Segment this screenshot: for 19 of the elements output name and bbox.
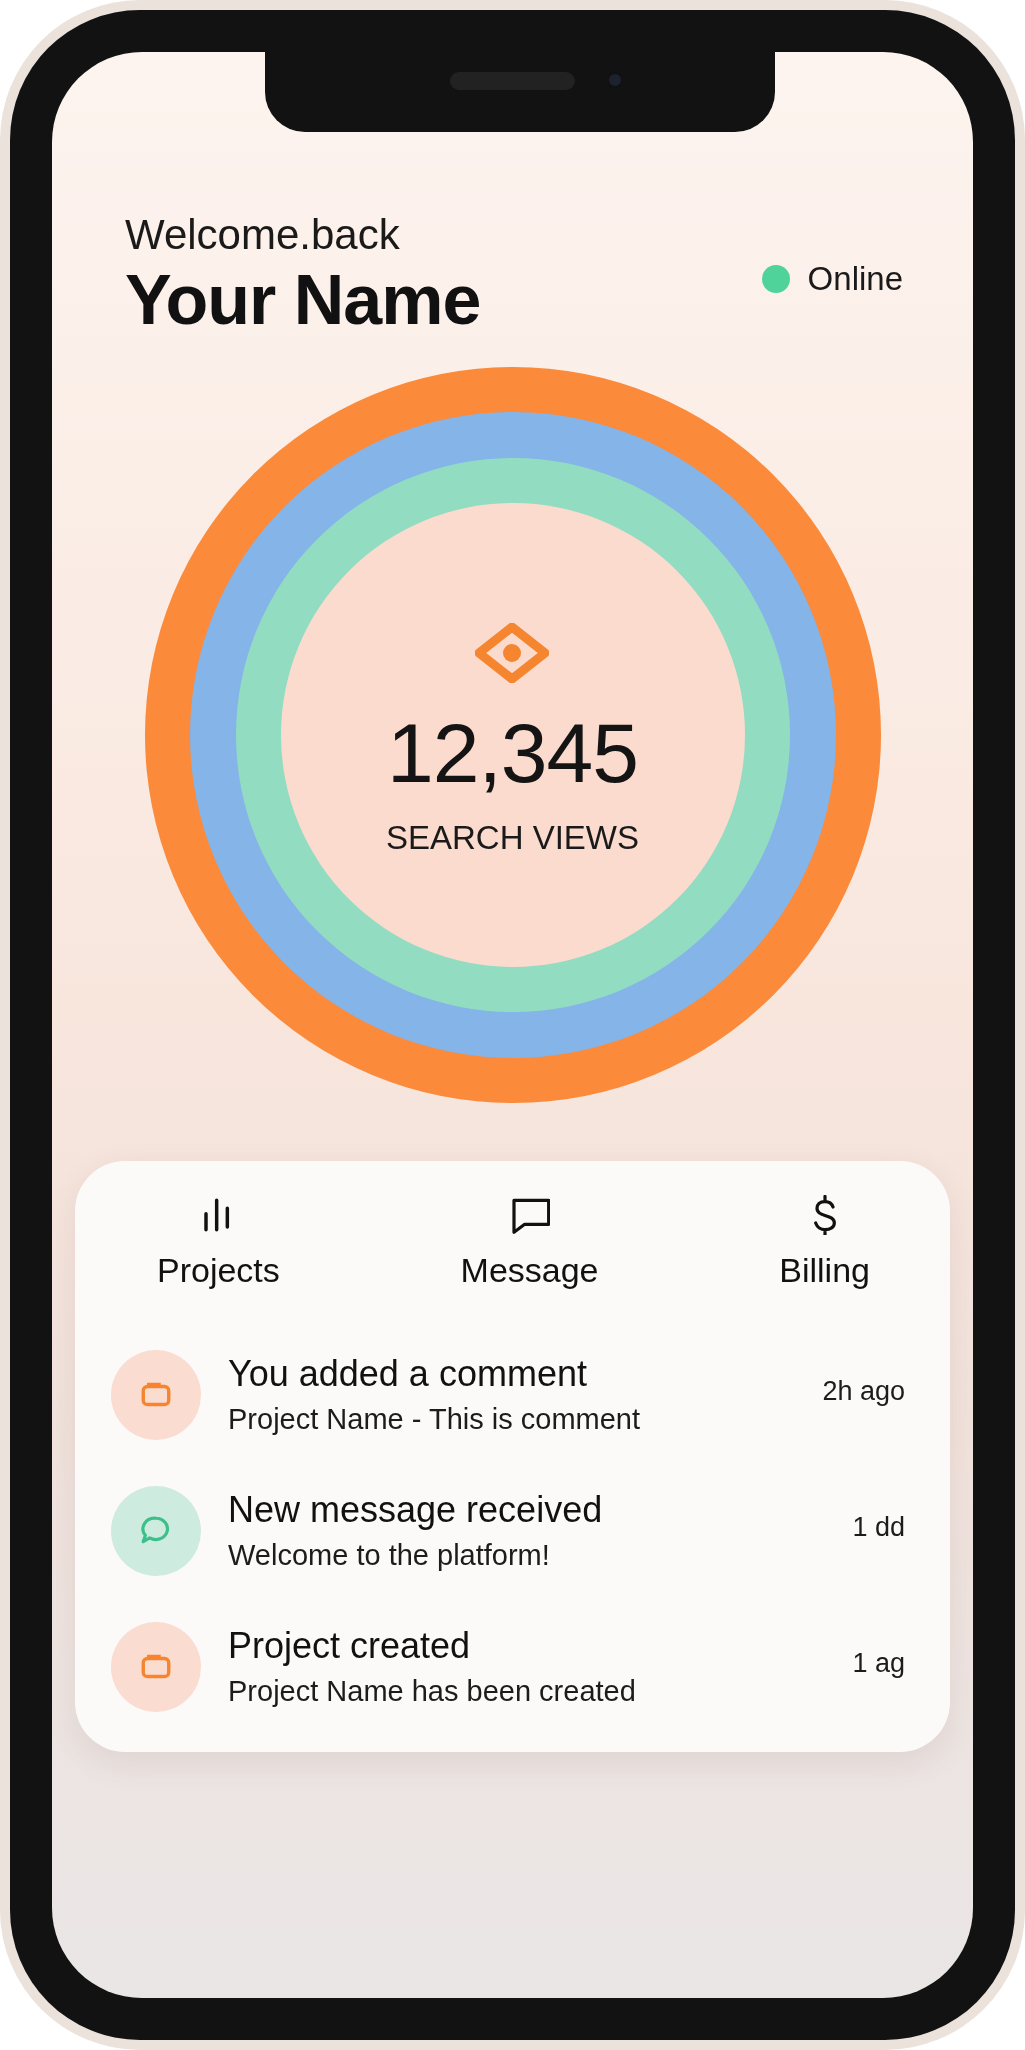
nav-button[interactable]: Message — [460, 1194, 599, 1290]
greeting-text: Welcome.back — [125, 210, 401, 260]
activity-title: You added a comment — [228, 1353, 588, 1396]
views-label: SEARCH VIEWS — [385, 818, 639, 857]
activity-time: 2h ago — [822, 1375, 905, 1407]
eye-icon — [475, 622, 550, 683]
activity-time: 1 ag — [852, 1647, 905, 1679]
camera-lens — [605, 70, 625, 90]
nav-button[interactable]: Billing — [779, 1194, 870, 1290]
user-name: Your Name — [125, 260, 481, 341]
activity-title: New message received — [228, 1489, 604, 1532]
activity-subtitle: Welcome to the platform! — [228, 1539, 551, 1573]
activity-subtitle: Project Name - This is comment — [228, 1403, 642, 1437]
activity-title: Project created — [228, 1625, 472, 1668]
views-count: 12,345 — [387, 710, 638, 795]
nav-button[interactable]: Projects — [157, 1194, 280, 1290]
activity-subtitle: Project Name has been created — [228, 1675, 637, 1709]
status-label: Online — [807, 260, 903, 298]
activity-time: 1 dd — [852, 1511, 905, 1543]
